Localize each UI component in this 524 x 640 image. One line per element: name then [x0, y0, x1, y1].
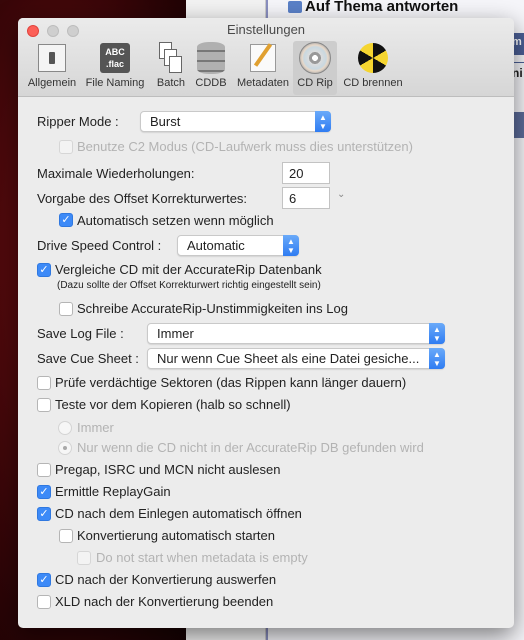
drive-speed-label: Drive Speed Control :: [37, 238, 162, 253]
auto-open-checkbox[interactable]: ✓: [37, 507, 51, 521]
replaygain-checkbox[interactable]: ✓: [37, 485, 51, 499]
tab-label: File Naming: [85, 77, 145, 89]
chevron-updown-icon: ▲ ▼: [315, 111, 331, 132]
tab-file-naming[interactable]: ABC .flac File Naming: [84, 41, 146, 95]
offset-input[interactable]: 6: [282, 187, 330, 209]
switch-icon: [26, 41, 78, 75]
tab-label: CD Rip: [297, 77, 333, 89]
ripper-mode-label: Ripper Mode :: [37, 114, 119, 129]
chevron-down-icon[interactable]: ⌄: [337, 189, 345, 200]
replaygain-label: Ermittle ReplayGain: [55, 484, 171, 499]
chevron-updown-icon: ▲ ▼: [283, 235, 299, 256]
tab-label: Allgemein: [27, 77, 77, 89]
save-cue-label: Save Cue Sheet :: [37, 351, 139, 366]
auto-open-label: CD nach dem Einlegen automatisch öffnen: [55, 506, 302, 521]
quit-xld-label: XLD nach der Konvertierung beenden: [55, 594, 274, 609]
max-retries-input[interactable]: 20: [282, 162, 330, 184]
cd-icon: [293, 41, 337, 75]
accuraterip-log-label: Schreibe AccurateRip-Unstimmigkeiten ins…: [77, 301, 348, 316]
background-window-title: Auf Thema antworten: [305, 0, 459, 15]
max-retries-label: Maximale Wiederholungen:: [37, 166, 195, 181]
auto-convert-checkbox[interactable]: [59, 529, 73, 543]
tab-batch[interactable]: Batch: [152, 41, 190, 95]
auto-offset-label: Automatisch setzen wenn möglich: [77, 213, 274, 228]
tab-label: Batch: [156, 77, 186, 89]
accuraterip-label: Vergleiche CD mit der AccurateRip Datenb…: [55, 262, 322, 277]
select-value: Nur wenn Cue Sheet als eine Datei gesich…: [157, 351, 420, 366]
test-always-radio: [58, 421, 72, 435]
toolbar: Einstellungen Allgemein ABC .flac File Na…: [18, 18, 514, 97]
suspicious-sectors-checkbox[interactable]: [37, 376, 51, 390]
test-before-copy-checkbox[interactable]: [37, 398, 51, 412]
tab-label: CD brennen: [343, 77, 403, 89]
test-always-label: Immer: [77, 420, 114, 435]
quit-xld-checkbox[interactable]: [37, 595, 51, 609]
tab-cd-brennen[interactable]: CD brennen: [340, 41, 406, 95]
documents-icon: [152, 41, 190, 75]
test-notfound-label: Nur wenn die CD nicht in der AccurateRip…: [77, 440, 424, 455]
accuraterip-log-checkbox[interactable]: [59, 302, 73, 316]
chevron-updown-icon: ▲ ▼: [429, 323, 445, 344]
folder-icon: [288, 1, 302, 13]
chevron-updown-icon: ▲ ▼: [429, 348, 445, 369]
no-metadata-label: Do not start when metadata is empty: [96, 550, 308, 565]
pregap-checkbox[interactable]: [37, 463, 51, 477]
select-value: Immer: [157, 326, 194, 341]
eject-checkbox[interactable]: ✓: [37, 573, 51, 587]
ripper-mode-select[interactable]: Burst ▲ ▼: [140, 111, 331, 132]
database-icon: [192, 41, 230, 75]
select-value: Burst: [150, 114, 181, 129]
tab-label: Metadaten: [237, 77, 289, 89]
tab-allgemein[interactable]: Allgemein: [26, 41, 78, 95]
accuraterip-checkbox[interactable]: ✓: [37, 263, 51, 277]
tab-cddb[interactable]: CDDB: [192, 41, 230, 95]
tab-cd-rip[interactable]: CD Rip: [293, 41, 337, 95]
test-before-copy-label: Teste vor dem Kopieren (halb so schnell): [55, 397, 291, 412]
c2-mode-label: Benutze C2 Modus (CD-Laufwerk muss dies …: [77, 139, 413, 154]
save-cue-select[interactable]: Nur wenn Cue Sheet als eine Datei gesich…: [147, 348, 445, 369]
test-notfound-radio: [58, 441, 72, 455]
abc-flac-icon: ABC .flac: [84, 41, 146, 75]
no-metadata-checkbox: [77, 551, 91, 565]
tab-label: CDDB: [195, 77, 227, 89]
save-log-select[interactable]: Immer ▲ ▼: [147, 323, 445, 344]
save-log-label: Save Log File :: [37, 326, 124, 341]
auto-offset-checkbox[interactable]: ✓: [59, 213, 73, 227]
drive-speed-select[interactable]: Automatic ▲ ▼: [177, 235, 299, 256]
accuraterip-note: (Dazu sollte der Offset Korrekturwert ri…: [57, 280, 321, 291]
eject-label: CD nach der Konvertierung auswerfen: [55, 572, 277, 587]
pregap-label: Pregap, ISRC und MCN nicht auslesen: [55, 462, 281, 477]
offset-label: Vorgabe des Offset Korrekturwertes:: [37, 191, 248, 206]
window-title: Einstellungen: [226, 22, 306, 37]
radiation-icon: [340, 41, 406, 75]
tab-metadaten[interactable]: Metadaten: [234, 41, 292, 95]
pencil-paper-icon: [234, 41, 292, 75]
auto-convert-label: Konvertierung automatisch starten: [77, 528, 275, 543]
select-value: Automatic: [187, 238, 245, 253]
suspicious-sectors-label: Prüfe verdächtige Sektoren (das Rippen k…: [55, 375, 407, 390]
c2-mode-checkbox: [59, 140, 73, 154]
